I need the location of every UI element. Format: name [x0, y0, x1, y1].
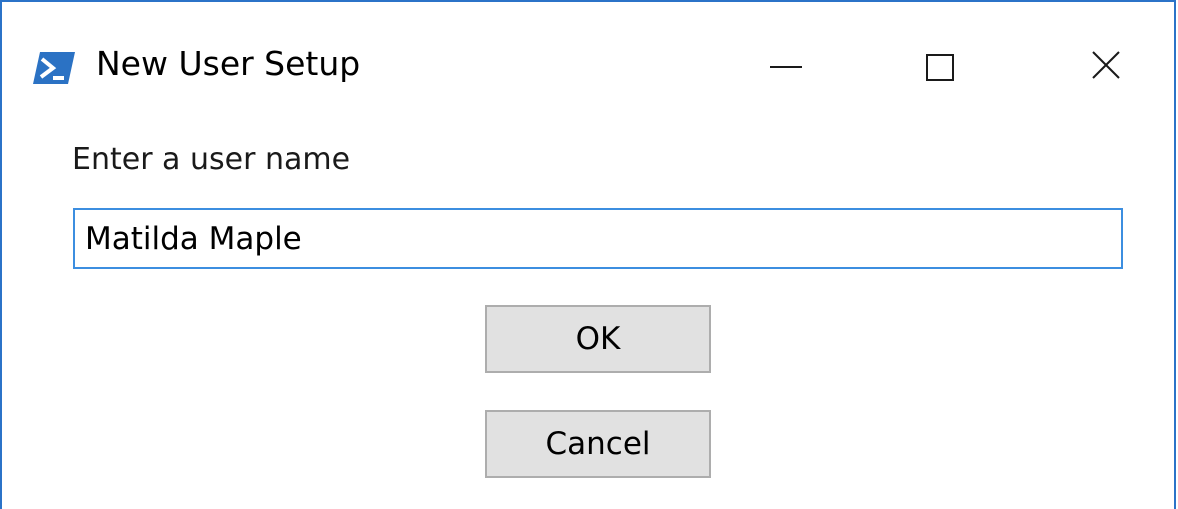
maximize-icon — [926, 53, 954, 81]
username-prompt-label: Enter a user name — [72, 142, 351, 177]
close-button[interactable] — [1066, 36, 1146, 98]
minimize-icon — [770, 66, 802, 68]
cancel-button[interactable]: Cancel — [485, 410, 711, 478]
maximize-button[interactable] — [900, 36, 980, 98]
window-title: New User Setup — [96, 44, 361, 83]
minimize-button[interactable] — [746, 36, 826, 98]
dialog-window: New User Setup Enter a user name OK Canc… — [0, 0, 1176, 509]
title-bar[interactable]: New User Setup — [2, 2, 1174, 118]
powershell-icon — [33, 52, 75, 84]
username-input[interactable] — [73, 208, 1123, 269]
ok-button[interactable]: OK — [485, 305, 711, 373]
close-icon — [1091, 50, 1121, 84]
